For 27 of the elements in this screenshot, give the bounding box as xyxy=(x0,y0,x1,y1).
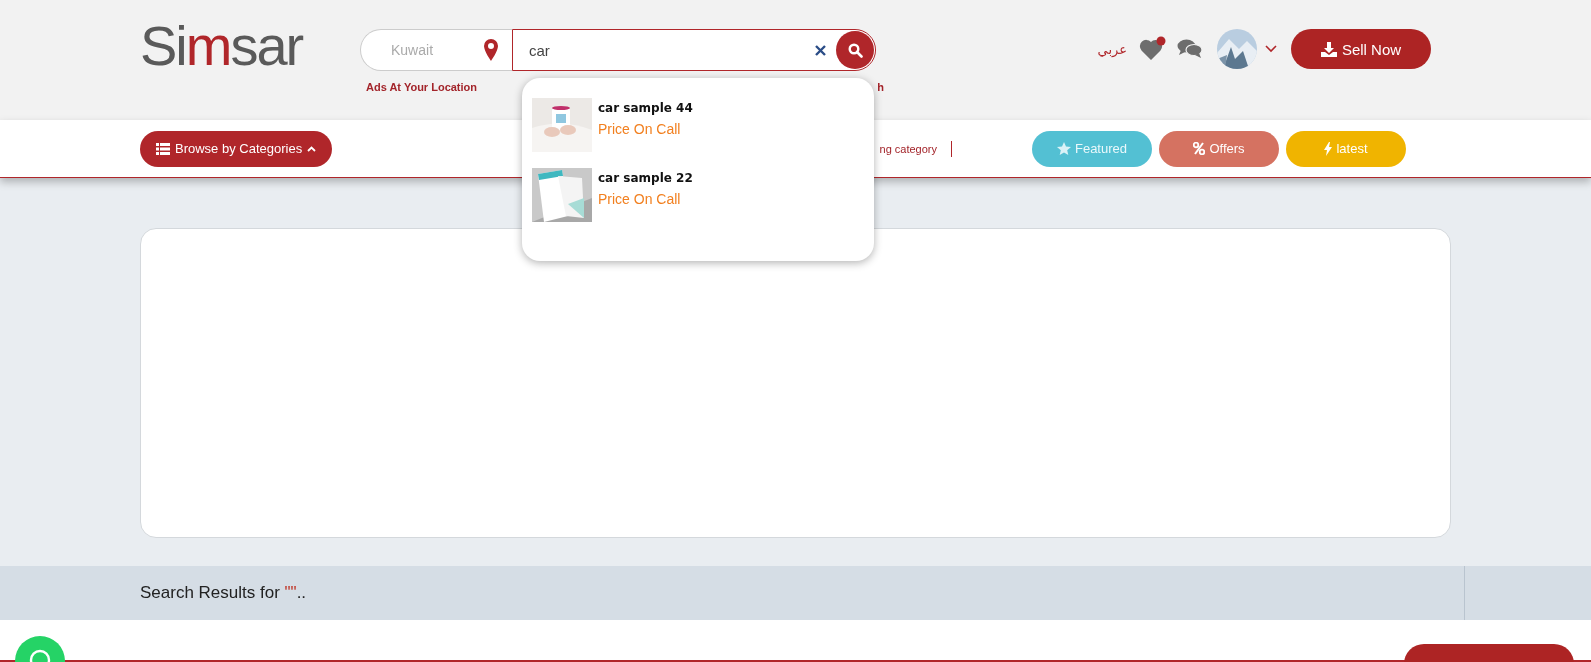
suggestion-title: car sample 22 xyxy=(598,171,693,185)
suggestion-price: Price On Call xyxy=(598,121,682,137)
search-icon xyxy=(847,42,863,58)
search-results-heading: Search Results for "".. xyxy=(140,583,307,603)
bolt-icon xyxy=(1324,141,1333,156)
download-icon xyxy=(1320,41,1337,57)
location-pin-icon xyxy=(484,39,498,61)
search-field[interactable]: car xyxy=(512,29,876,71)
location-caption[interactable]: Ads At Your Location xyxy=(366,81,478,93)
caret-icon[interactable] xyxy=(1265,45,1277,53)
language-link[interactable]: عربي xyxy=(1097,41,1127,57)
suggestion-price: Price On Call xyxy=(598,191,682,207)
percent-icon xyxy=(1193,142,1206,155)
suggestion-item[interactable]: car sample 44 Price On Call xyxy=(532,98,864,152)
list-icon xyxy=(156,142,170,155)
suggestion-item[interactable]: car sample 22 Price On Call xyxy=(532,168,864,222)
sell-now-button[interactable]: Sell Now xyxy=(1291,29,1431,69)
search-caption[interactable]: h xyxy=(877,81,884,93)
browse-categories-button[interactable]: Browse by Categories xyxy=(140,130,333,167)
chevron-up-icon xyxy=(307,145,317,152)
suggestion-title: car sample 44 xyxy=(598,101,693,115)
category-link[interactable]: ng category xyxy=(879,142,937,155)
star-icon xyxy=(1056,142,1071,155)
search-button[interactable] xyxy=(836,31,874,69)
close-icon[interactable] xyxy=(815,44,826,56)
logo[interactable]: Simsar xyxy=(140,16,330,76)
chat-icon[interactable] xyxy=(1177,38,1203,60)
